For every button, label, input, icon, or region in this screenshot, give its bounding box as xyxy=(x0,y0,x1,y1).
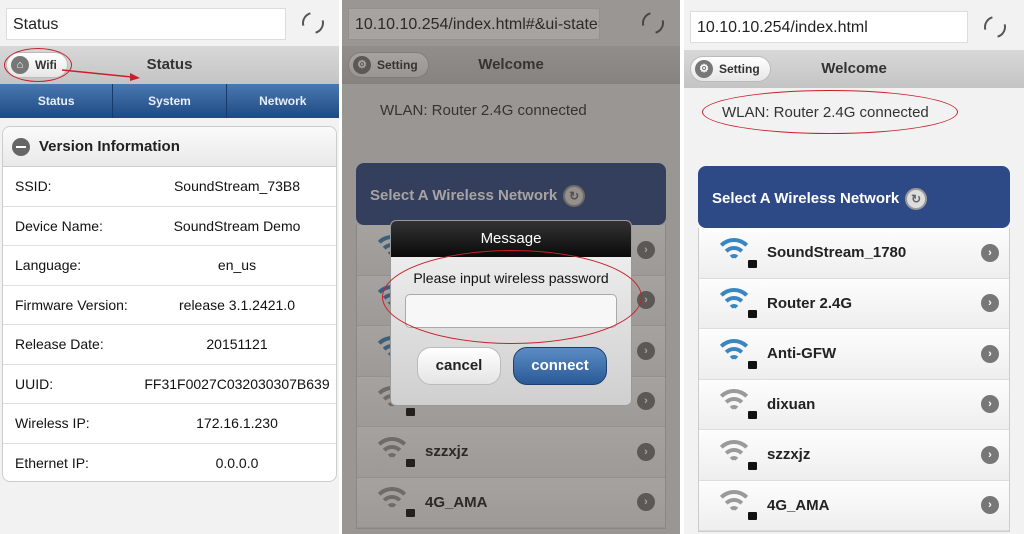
network-item[interactable]: dixuan › xyxy=(699,379,1009,430)
page-title: Welcome xyxy=(821,60,887,77)
network-item[interactable]: SoundStream_1780 › xyxy=(699,228,1009,279)
info-label: Release Date: xyxy=(15,336,104,353)
network-item[interactable]: szzxjz › xyxy=(699,430,1009,481)
cancel-button[interactable]: cancel xyxy=(417,347,501,385)
info-label: Ethernet IP: xyxy=(15,454,89,471)
back-label: Setting xyxy=(719,62,760,76)
lock-icon xyxy=(748,259,757,268)
select-title: Select A Wireless Network xyxy=(712,189,900,207)
network-name: Router 2.4G xyxy=(767,294,853,312)
collapse-icon xyxy=(12,138,30,156)
tab-status[interactable]: Status xyxy=(0,84,114,118)
network-name: szzxjz xyxy=(767,446,811,464)
info-label: Language: xyxy=(15,257,82,274)
annotation-arrow xyxy=(61,69,140,81)
lock-icon xyxy=(748,512,757,521)
info-label: UUID: xyxy=(15,375,54,392)
tab-network[interactable]: Network xyxy=(227,84,339,118)
card-title: Version Information xyxy=(39,138,180,155)
info-row: Release Date: 20151121 xyxy=(3,325,336,365)
wifi-password-panel: 10.10.10.254/index.html#&ui-state=di... … xyxy=(342,0,680,534)
info-value: release 3.1.2421.0 xyxy=(179,296,295,313)
wifi-signal-icon xyxy=(711,490,757,521)
network-list: SoundStream_1780›Router 2.4G›Anti-GFW›di… xyxy=(698,228,1010,532)
setting-button[interactable]: ⚙ Setting xyxy=(690,56,771,82)
info-label: Wireless IP: xyxy=(15,415,90,432)
info-row: Language: en_us xyxy=(3,246,336,286)
url-bar[interactable]: 10.10.10.254/index.html xyxy=(690,11,968,43)
tab-system[interactable]: System xyxy=(113,84,227,118)
info-label: Firmware Version: xyxy=(15,296,128,313)
info-row: UUID: FF31F0027C032030307B639 xyxy=(3,365,336,404)
chevron-right-icon[interactable]: › xyxy=(981,294,999,313)
annotation-circle xyxy=(382,250,642,344)
chevron-right-icon[interactable]: › xyxy=(981,344,999,363)
info-row: Ethernet IP: 0.0.0.0 xyxy=(3,444,336,482)
chevron-right-icon[interactable]: › xyxy=(981,395,999,414)
page-title: Status xyxy=(146,56,193,73)
lock-icon xyxy=(748,360,757,369)
info-value: FF31F0027C032030307B639 xyxy=(144,375,330,392)
reload-icon[interactable] xyxy=(979,11,1011,43)
wifi-signal-icon xyxy=(711,439,757,470)
info-value: 0.0.0.0 xyxy=(215,454,259,471)
info-value: 172.16.1.230 xyxy=(196,415,278,432)
info-row: Firmware Version: release 3.1.2421.0 xyxy=(3,286,336,325)
network-item[interactable]: Router 2.4G › xyxy=(699,278,1009,329)
lock-icon xyxy=(748,310,757,319)
network-name: 4G_AMA xyxy=(767,496,830,514)
wifi-list-panel: 10.10.10.254/index.html ⚙ Setting Welcome… xyxy=(684,0,1024,534)
info-row: Wireless IP: 172.16.1.230 xyxy=(3,404,336,444)
version-info-card: Version Information SSID: SoundStream_73B… xyxy=(2,126,337,482)
header: ⚙ Setting Welcome xyxy=(684,50,1024,88)
tab-bar: Status System Network xyxy=(0,84,339,118)
info-label: SSID: xyxy=(15,178,52,195)
wifi-signal-icon xyxy=(711,237,757,268)
refresh-icon[interactable]: ↻ xyxy=(905,188,928,210)
info-value: SoundStream_73B8 xyxy=(173,178,301,195)
info-value: 20151121 xyxy=(206,336,268,353)
network-item[interactable]: 4G_AMA › xyxy=(699,480,1009,531)
card-header[interactable]: Version Information xyxy=(3,127,336,167)
gear-icon: ⚙ xyxy=(695,60,713,78)
chevron-right-icon[interactable]: › xyxy=(981,243,999,262)
network-name: SoundStream_1780 xyxy=(767,244,907,262)
lock-icon xyxy=(748,411,757,420)
info-value: SoundStream Demo xyxy=(173,217,301,234)
chevron-right-icon[interactable]: › xyxy=(981,496,999,515)
lock-icon xyxy=(748,461,757,470)
info-row: SSID: SoundStream_73B8 xyxy=(3,167,336,207)
status-panel: Status ⌂ Wifi Status Status System Networ… xyxy=(0,0,339,534)
info-row: Device Name: SoundStream Demo xyxy=(3,207,336,246)
wifi-signal-icon xyxy=(711,338,757,369)
wifi-signal-icon xyxy=(711,389,757,420)
chevron-right-icon[interactable]: › xyxy=(981,445,999,464)
reload-icon[interactable] xyxy=(297,7,329,39)
network-name: Anti-GFW xyxy=(767,345,837,363)
network-name: dixuan xyxy=(767,395,816,413)
network-item[interactable]: Anti-GFW › xyxy=(699,329,1009,380)
annotation-circle xyxy=(702,90,958,134)
connect-button[interactable]: connect xyxy=(513,347,607,385)
info-value: en_us xyxy=(217,257,257,274)
info-label: Device Name: xyxy=(15,217,103,234)
select-network-header: Select A Wireless Network ↻ xyxy=(698,166,1010,228)
url-bar[interactable]: Status xyxy=(6,8,286,40)
wifi-signal-icon xyxy=(711,288,757,319)
